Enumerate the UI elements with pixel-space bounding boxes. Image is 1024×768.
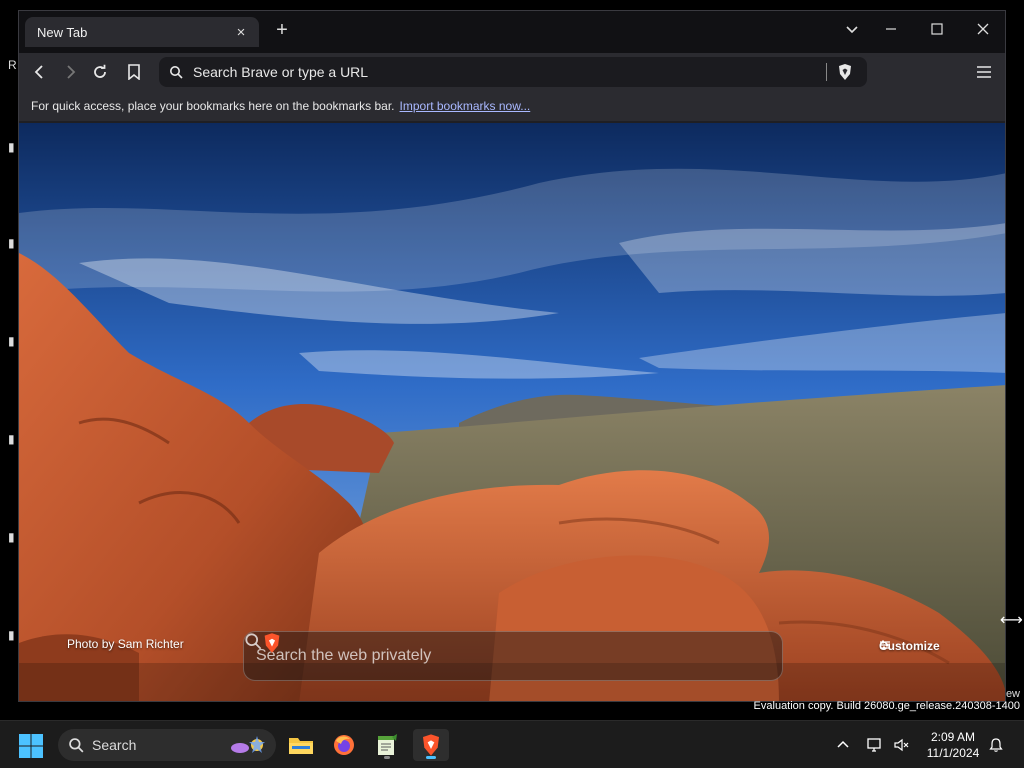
chevron-down-icon: [846, 26, 858, 34]
hamburger-icon: [977, 66, 991, 78]
background-photo: [19, 123, 1005, 701]
web-search-box[interactable]: Search the web privately: [243, 631, 783, 681]
bookmark-icon: [128, 64, 140, 80]
toolbar: Search Brave or type a URL: [19, 53, 1005, 91]
maximize-button[interactable]: [922, 19, 952, 45]
browser-window: New Tab × + Search Brave or type a URL F…: [18, 10, 1006, 702]
folder-icon: [289, 738, 313, 754]
taskbar-firefox[interactable]: [326, 729, 362, 761]
brave-shields-icon[interactable]: [837, 63, 853, 81]
maximize-icon: [931, 23, 943, 35]
address-bar[interactable]: Search Brave or type a URL: [159, 57, 867, 87]
sliders-icon: [880, 640, 890, 650]
customize-button[interactable]: Customize: [879, 639, 940, 653]
new-tab-button[interactable]: +: [271, 19, 293, 45]
bookmarks-hint: For quick access, place your bookmarks h…: [31, 99, 395, 113]
tab-search-button[interactable]: [837, 19, 867, 45]
minimize-icon: [886, 28, 896, 30]
clock-date: 11/1/2024: [926, 746, 980, 760]
taskbar-clock[interactable]: 2:09 AM 11/1/2024: [918, 729, 988, 761]
arrow-right-icon: [67, 65, 76, 79]
active-indicator: [426, 756, 436, 759]
evaluation-watermark: Evaluation copy. Build 26080.ge_release.…: [753, 700, 1020, 712]
tray-overflow-button[interactable]: [836, 721, 850, 768]
reload-icon: [94, 64, 106, 78]
import-bookmarks-link[interactable]: Import bookmarks now...: [400, 99, 531, 113]
bookmarks-bar: For quick access, place your bookmarks h…: [19, 91, 1005, 121]
running-indicator: [384, 756, 390, 759]
close-icon[interactable]: ×: [233, 24, 249, 41]
clock-time: 2:09 AM: [930, 730, 976, 744]
notifications-button[interactable]: [988, 721, 1004, 768]
reload-button[interactable]: [87, 59, 113, 85]
firefox-icon: [334, 735, 354, 755]
omnibox-divider: [826, 63, 827, 81]
close-window-button[interactable]: [968, 19, 998, 45]
network-icon-button[interactable]: [866, 721, 884, 768]
taskbar-search[interactable]: Search: [58, 729, 276, 761]
brave-logo-icon: [423, 734, 439, 756]
taskbar-notepad[interactable]: [369, 729, 405, 761]
new-tab-page: Photo by Sam Richter Search the web priv…: [19, 123, 1005, 701]
volume-button[interactable]: [893, 721, 909, 768]
network-icon: [867, 738, 881, 752]
notepad-icon: [378, 734, 397, 755]
chevron-up-icon: [837, 740, 849, 748]
menu-button[interactable]: [971, 59, 997, 85]
forward-button[interactable]: [57, 59, 83, 85]
search-icon[interactable]: [244, 632, 262, 650]
bell-icon: [989, 738, 1003, 752]
taskbar: Search 2:09 AM 11/1/2024: [0, 720, 1024, 768]
windows-logo-icon: [19, 734, 43, 758]
search-icon: [69, 738, 84, 753]
search-highlight-icon: [231, 736, 265, 753]
tab-title: New Tab: [37, 24, 88, 40]
search-icon: [170, 66, 183, 79]
start-button[interactable]: [18, 733, 44, 759]
photo-credit[interactable]: Photo by Sam Richter: [67, 637, 184, 651]
taskbar-file-explorer[interactable]: [283, 729, 319, 761]
minimize-button[interactable]: [876, 19, 906, 45]
resize-cursor-icon: ⟷: [1000, 612, 1023, 629]
bookmark-button[interactable]: [121, 59, 147, 85]
arrow-left-icon: [34, 65, 43, 79]
watermark-fragment: ew: [1005, 688, 1020, 700]
web-search-placeholder: Search the web privately: [256, 647, 432, 664]
close-icon: [977, 23, 989, 35]
taskbar-search-label: Search: [92, 737, 137, 753]
taskbar-brave[interactable]: [413, 729, 449, 761]
address-placeholder: Search Brave or type a URL: [193, 64, 369, 80]
title-bar: New Tab × +: [19, 11, 1005, 53]
brave-logo-icon: [264, 633, 280, 653]
tab-new-tab[interactable]: New Tab ×: [25, 17, 259, 47]
volume-muted-icon: [894, 738, 909, 752]
back-button[interactable]: [27, 59, 53, 85]
